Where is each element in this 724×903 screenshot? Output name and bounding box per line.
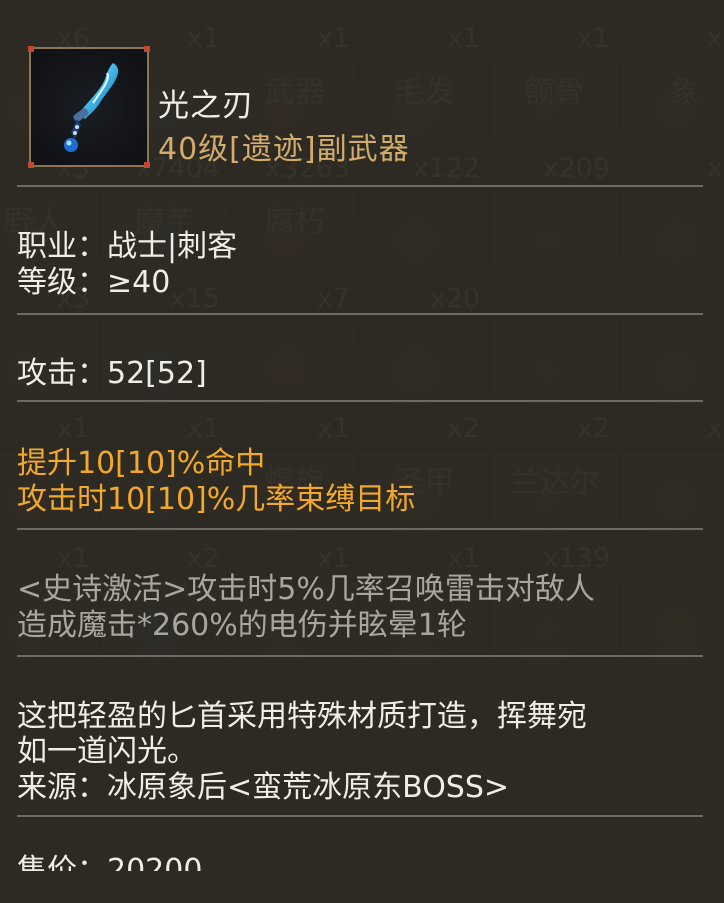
price-clip: 售价：20200 (0, 850, 724, 872)
dagger-icon (64, 63, 119, 152)
sell-price: 售价：20200 (17, 853, 203, 872)
divider (17, 185, 703, 187)
item-icon-frame (28, 46, 150, 168)
class-requirement: 职业：战士|刺客 (17, 229, 238, 264)
attack-stat: 攻击：52[52] (17, 356, 207, 391)
item-source: 来源：冰原象后<蛮荒冰原东BOSS> (17, 770, 510, 805)
divider (17, 400, 703, 402)
divider (17, 313, 703, 315)
frame-corner (144, 162, 150, 168)
frame-corner (144, 46, 150, 52)
description-line-1: 这把轻盈的匕首采用特殊材质打造，挥舞宛 (17, 699, 587, 734)
bonus-bind: 攻击时10[10]%几率束缚目标 (17, 482, 416, 517)
item-tooltip-panel: 光之刃 40级[遗迹]副武器 职业：战士|刺客 等级：≥40 攻击：52[52]… (0, 0, 724, 903)
divider (17, 528, 703, 530)
frame-corner (28, 46, 34, 52)
level-requirement: 等级：≥40 (17, 265, 171, 300)
item-type-line: 40级[遗迹]副武器 (158, 132, 410, 167)
description-line-2: 如一道闪光。 (17, 734, 197, 769)
bonus-hit: 提升10[10]%命中 (17, 446, 266, 481)
epic-effect-line-1: <史诗激活>攻击时5%几率召唤雷击对敌人 (17, 572, 595, 607)
epic-effect-line-2: 造成魔击*260%的电伤并眩晕1轮 (17, 608, 467, 643)
frame-corner (28, 162, 34, 168)
divider (17, 655, 703, 657)
divider (17, 815, 703, 817)
item-name: 光之刃 (158, 88, 254, 124)
